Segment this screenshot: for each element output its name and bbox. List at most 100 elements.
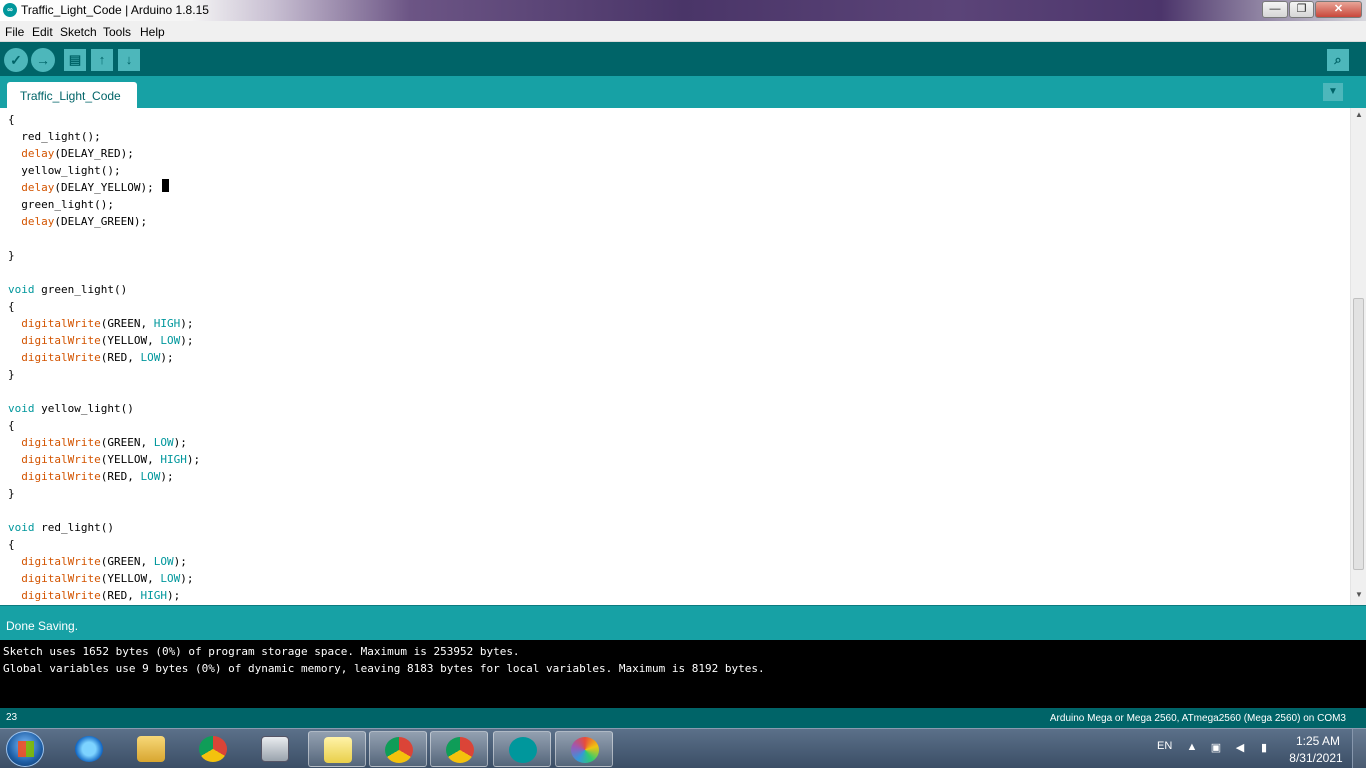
board-info: Arduino Mega or Mega 2560, ATmega2560 (M… [1049, 713, 1346, 724]
code-line: digitalWrite(YELLOW, LOW); [8, 570, 193, 587]
taskbar-sticky-notes[interactable] [308, 731, 366, 767]
code-line: { [8, 111, 15, 128]
code-token: digitalWrite [21, 572, 101, 585]
code-token: ); [186, 453, 201, 466]
tab-traffic-light-code[interactable]: Traffic_Light_Code [7, 82, 137, 108]
maximize-button[interactable]: ❐ [1289, 1, 1314, 18]
code-token: void [8, 402, 35, 415]
editor-scrollbar[interactable]: ▲ ▼ [1350, 108, 1366, 605]
taskbar-chrome-window[interactable] [430, 731, 488, 767]
code-token: void [8, 283, 35, 296]
file-explorer-icon [137, 736, 165, 762]
menu-edit[interactable]: Edit [32, 25, 53, 39]
code-token: void [8, 521, 35, 534]
signal-icon[interactable]: ▮ [1257, 741, 1271, 755]
calculator-icon [261, 736, 289, 762]
toolbar: ✓ → ▤ ↑ ↓ ⌕ [0, 42, 1366, 76]
serial-monitor-button[interactable]: ⌕ [1327, 49, 1349, 71]
code-token: (YELLOW, [100, 453, 161, 466]
code-token: digitalWrite [21, 317, 101, 330]
scrollbar-thumb[interactable] [1353, 298, 1364, 570]
internet-explorer-icon [75, 736, 103, 762]
code-token: LOW [153, 555, 174, 568]
code-token: HIGH [153, 317, 181, 330]
taskbar-chrome[interactable] [184, 731, 242, 767]
code-token: ); [173, 555, 187, 568]
chrome-profile-icon [385, 737, 413, 763]
start-button[interactable] [6, 731, 44, 767]
code-token: (YELLOW, [100, 572, 161, 585]
code-token: LOW [153, 436, 174, 449]
code-line: digitalWrite(RED, HIGH); [8, 587, 180, 604]
code-token: (DELAY_GREEN); [54, 215, 148, 228]
taskbar-internet-explorer[interactable] [60, 731, 118, 767]
code-token: (RED, [100, 589, 141, 602]
code-token: ); [180, 334, 194, 347]
code-line: yellow_light(); [8, 162, 120, 179]
code-line: } [8, 366, 15, 383]
clock-date[interactable]: 8/31/2021 [1286, 751, 1346, 765]
code-editor[interactable]: { red_light(); delay(DELAY_RED); yellow_… [0, 108, 1350, 605]
language-indicator[interactable]: EN [1157, 740, 1172, 752]
taskbar-paint[interactable] [555, 731, 613, 767]
code-line: digitalWrite(RED, LOW); [8, 349, 173, 366]
scroll-up-icon[interactable]: ▲ [1355, 110, 1363, 119]
menu-tools[interactable]: Tools [103, 25, 131, 39]
open-sketch-button[interactable]: ↑ [91, 49, 113, 71]
code-token: ); [180, 572, 194, 585]
code-token: green_light() [34, 283, 128, 296]
taskbar-file-explorer[interactable] [122, 731, 180, 767]
code-line: { [8, 298, 15, 315]
code-line: delay(DELAY_GREEN); [8, 213, 147, 230]
code-token: LOW [160, 572, 181, 585]
scroll-down-icon[interactable]: ▼ [1355, 590, 1363, 599]
code-token: { [8, 419, 15, 432]
code-token: digitalWrite [21, 589, 101, 602]
taskbar-arduino[interactable] [493, 731, 551, 767]
upload-button[interactable]: → [31, 48, 55, 72]
taskbar-chrome-window[interactable] [369, 731, 427, 767]
show-desktop-button[interactable] [1352, 729, 1366, 768]
verify-button[interactable]: ✓ [4, 48, 28, 72]
code-token: ); [173, 436, 187, 449]
tab-menu-button[interactable]: ▼ [1323, 83, 1343, 101]
code-token: delay [21, 147, 55, 160]
code-token: delay [21, 181, 55, 194]
code-line: red_light(); [8, 128, 100, 145]
code-line: delay(DELAY_RED); [8, 145, 134, 162]
minimize-button[interactable]: — [1262, 1, 1288, 18]
menu-help[interactable]: Help [140, 25, 165, 39]
code-token: (GREEN, [100, 555, 154, 568]
footer-bar: 23 Arduino Mega or Mega 2560, ATmega2560… [0, 708, 1366, 728]
code-token: (RED, [100, 351, 141, 364]
close-button[interactable]: ✕ [1315, 1, 1362, 18]
menu-file[interactable]: File [5, 25, 24, 39]
show-hidden-icons-icon[interactable]: ▲ [1185, 741, 1199, 755]
clock-time[interactable]: 1:25 AM [1290, 734, 1346, 748]
code-token: HIGH [140, 589, 167, 602]
save-sketch-button[interactable]: ↓ [118, 49, 140, 71]
code-token: (DELAY_RED); [54, 147, 134, 160]
code-line: green_light(); [8, 196, 114, 213]
title-bar: ∞ Traffic_Light_Code | Arduino 1.8.15 — … [0, 0, 1366, 21]
code-token: ); [166, 589, 181, 602]
code-token: red_light() [34, 521, 114, 534]
volume-icon[interactable]: ◀ [1233, 741, 1247, 755]
code-token: (YELLOW, [100, 334, 161, 347]
code-line: digitalWrite(GREEN, LOW); [8, 553, 187, 570]
code-token: yellow_light() [34, 402, 134, 415]
code-token: green_light(); [8, 198, 114, 211]
code-line: digitalWrite(GREEN, LOW); [8, 434, 187, 451]
taskbar-calculator[interactable] [246, 731, 304, 767]
code-token: LOW [140, 351, 161, 364]
chrome-profile-icon [446, 737, 474, 763]
code-token: } [8, 249, 15, 262]
code-token: (GREEN, [100, 436, 154, 449]
code-line: } [8, 485, 15, 502]
menu-sketch[interactable]: Sketch [60, 25, 97, 39]
network-icon[interactable]: ▣ [1209, 741, 1223, 755]
new-sketch-button[interactable]: ▤ [64, 49, 86, 71]
